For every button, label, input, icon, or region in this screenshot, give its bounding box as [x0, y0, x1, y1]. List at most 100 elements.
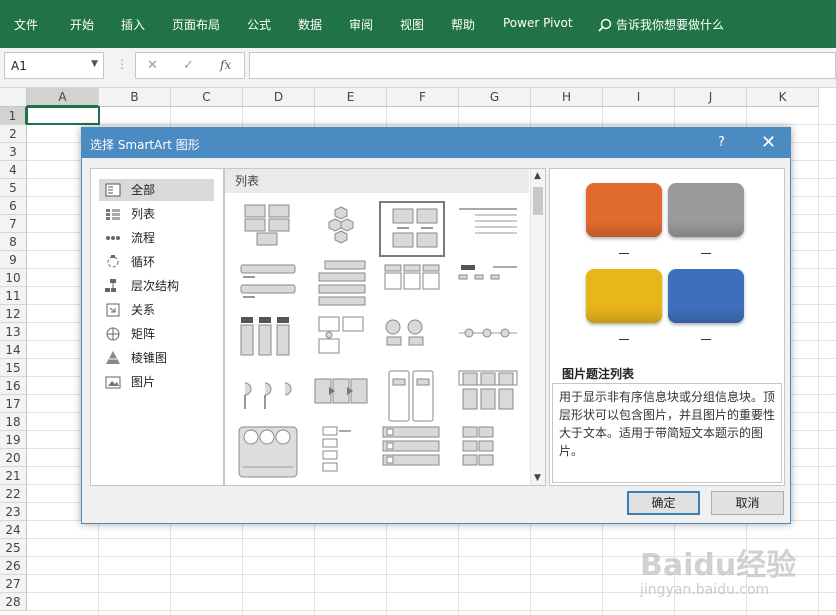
- category-item-2[interactable]: 流程: [99, 227, 214, 249]
- ok-button[interactable]: 确定: [627, 491, 700, 515]
- row-header-18[interactable]: 18: [0, 413, 27, 431]
- column-header-c[interactable]: C: [171, 88, 243, 107]
- layout-thumbnail-18[interactable]: [379, 425, 445, 481]
- row-header-11[interactable]: 11: [0, 287, 27, 305]
- row-header-23[interactable]: 23: [0, 503, 27, 521]
- category-item-7[interactable]: 棱锥图: [99, 347, 214, 369]
- row-header-28[interactable]: 28: [0, 593, 27, 611]
- row-header-16[interactable]: 16: [0, 377, 27, 395]
- row-header-22[interactable]: 22: [0, 485, 27, 503]
- tell-me-label: 告诉我你想要做什么: [616, 18, 725, 32]
- layout-thumbnail-13[interactable]: [311, 369, 377, 425]
- row-header-14[interactable]: 14: [0, 341, 27, 359]
- layout-thumbnail-19[interactable]: [455, 425, 521, 481]
- close-button[interactable]: ✕: [761, 132, 776, 153]
- row-header-2[interactable]: 2: [0, 125, 27, 143]
- layout-thumbnail-12[interactable]: [235, 369, 301, 425]
- column-header-f[interactable]: F: [387, 88, 459, 107]
- layout-thumbnail-11[interactable]: [455, 313, 521, 369]
- cancel-entry-icon[interactable]: ✕: [147, 58, 158, 73]
- row-header-24[interactable]: 24: [0, 521, 27, 539]
- column-header-i[interactable]: I: [603, 88, 675, 107]
- formula-input[interactable]: [249, 52, 836, 79]
- cancel-button[interactable]: 取消: [711, 491, 784, 515]
- row-header-19[interactable]: 19: [0, 431, 27, 449]
- row-header-27[interactable]: 27: [0, 575, 27, 593]
- category-item-0[interactable]: 全部: [99, 179, 214, 201]
- row-header-7[interactable]: 7: [0, 215, 27, 233]
- row-header-26[interactable]: 26: [0, 557, 27, 575]
- layout-thumbnail-9[interactable]: [311, 313, 377, 369]
- tab-view[interactable]: 视图: [400, 16, 424, 33]
- select-all-corner[interactable]: [0, 88, 27, 107]
- row-header-13[interactable]: 13: [0, 323, 27, 341]
- row-header-9[interactable]: 9: [0, 251, 27, 269]
- column-header-e[interactable]: E: [315, 88, 387, 107]
- gallery-scrollbar[interactable]: ▲ ▼: [530, 169, 545, 485]
- category-item-8[interactable]: 图片: [99, 371, 214, 393]
- tab-formulas[interactable]: 公式: [247, 16, 271, 33]
- layout-thumbnail-17[interactable]: [311, 425, 377, 481]
- row-header-15[interactable]: 15: [0, 359, 27, 377]
- category-item-1[interactable]: 列表: [99, 203, 214, 225]
- column-header-a[interactable]: A: [27, 88, 99, 107]
- tab-power-pivot[interactable]: Power Pivot: [503, 16, 573, 30]
- preview-picture-shape-2: [586, 269, 662, 323]
- column-header-d[interactable]: D: [243, 88, 315, 107]
- row-header-1[interactable]: 1: [0, 107, 27, 125]
- row-header-10[interactable]: 10: [0, 269, 27, 287]
- chevron-down-icon[interactable]: ▼: [91, 59, 98, 69]
- layout-thumbnail-7[interactable]: [455, 257, 521, 313]
- category-item-4[interactable]: 层次结构: [99, 275, 214, 297]
- scroll-up-icon[interactable]: ▲: [534, 171, 541, 181]
- layout-thumbnail-1[interactable]: [311, 201, 377, 257]
- column-header-j[interactable]: J: [675, 88, 747, 107]
- tab-page-layout[interactable]: 页面布局: [172, 16, 220, 33]
- help-button[interactable]: ?: [718, 135, 725, 150]
- layout-thumbnail-14[interactable]: [379, 369, 445, 425]
- insert-function-icon[interactable]: fx: [220, 58, 231, 72]
- row-header-25[interactable]: 25: [0, 539, 27, 557]
- layout-thumbnail-10[interactable]: [379, 313, 445, 369]
- scroll-thumb[interactable]: [533, 187, 543, 215]
- confirm-entry-icon[interactable]: ✓: [183, 58, 194, 73]
- more-options-icon[interactable]: ⋮: [116, 57, 128, 71]
- tell-me-search[interactable]: 告诉我你想要做什么: [598, 16, 724, 33]
- layout-thumbnail-6[interactable]: [379, 257, 445, 313]
- row-header-3[interactable]: 3: [0, 143, 27, 161]
- row-header-12[interactable]: 12: [0, 305, 27, 323]
- name-box[interactable]: A1 ▼: [4, 52, 104, 79]
- row-header-4[interactable]: 4: [0, 161, 27, 179]
- tab-review[interactable]: 审阅: [349, 16, 373, 33]
- tab-home[interactable]: 开始: [70, 16, 94, 33]
- row-header-6[interactable]: 6: [0, 197, 27, 215]
- grid-line: [27, 610, 836, 611]
- selected-cell-a1[interactable]: [26, 106, 100, 125]
- scroll-down-icon[interactable]: ▼: [534, 473, 541, 483]
- layout-thumbnail-0[interactable]: [235, 201, 301, 257]
- pyramid-icon: [106, 351, 120, 364]
- category-item-5[interactable]: 关系: [99, 299, 214, 321]
- row-header-5[interactable]: 5: [0, 179, 27, 197]
- layout-thumbnail-4[interactable]: [235, 257, 301, 313]
- row-header-20[interactable]: 20: [0, 449, 27, 467]
- row-header-21[interactable]: 21: [0, 467, 27, 485]
- layout-thumbnail-8[interactable]: [235, 313, 301, 369]
- layout-thumbnail-16[interactable]: [235, 425, 301, 481]
- tab-help[interactable]: 帮助: [451, 16, 475, 33]
- category-item-6[interactable]: 矩阵: [99, 323, 214, 345]
- tab-file[interactable]: 文件: [14, 16, 38, 33]
- row-header-17[interactable]: 17: [0, 395, 27, 413]
- column-header-g[interactable]: G: [459, 88, 531, 107]
- column-header-h[interactable]: H: [531, 88, 603, 107]
- column-header-b[interactable]: B: [99, 88, 171, 107]
- row-header-8[interactable]: 8: [0, 233, 27, 251]
- category-item-3[interactable]: 循环: [99, 251, 214, 273]
- layout-thumbnail-3[interactable]: [455, 201, 521, 257]
- layout-thumbnail-15[interactable]: [455, 369, 521, 425]
- column-header-k[interactable]: K: [747, 88, 819, 107]
- layout-thumbnail-2[interactable]: [379, 201, 445, 257]
- tab-insert[interactable]: 插入: [121, 16, 145, 33]
- tab-data[interactable]: 数据: [298, 16, 322, 33]
- layout-thumbnail-5[interactable]: [311, 257, 377, 313]
